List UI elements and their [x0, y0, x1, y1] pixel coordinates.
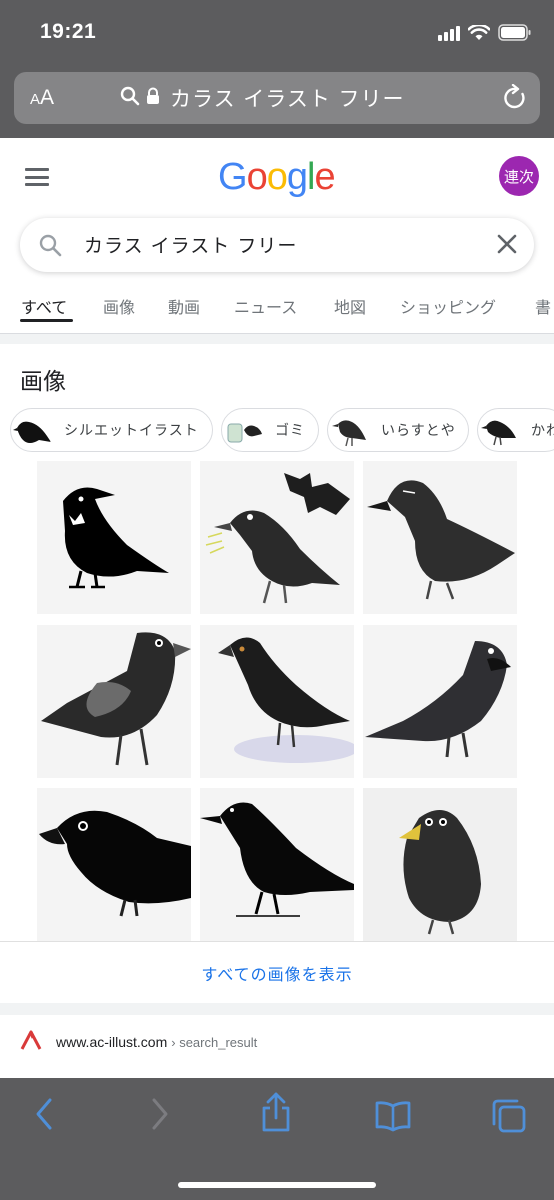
battery-icon [498, 24, 532, 41]
logo-letter: o [246, 156, 268, 198]
text-size-big-label: A [40, 86, 55, 109]
logo-letter: G [218, 156, 248, 198]
logo-letter: g [286, 156, 308, 198]
image-result[interactable] [200, 788, 354, 941]
share-icon[interactable] [259, 1092, 293, 1136]
image-result[interactable] [37, 625, 191, 778]
chip-irasutoya[interactable]: いらすとや [327, 408, 469, 452]
url-text: カラス イラスト フリー [170, 87, 405, 111]
image-result[interactable] [37, 461, 191, 614]
tab-videos[interactable]: 動画 [168, 294, 200, 318]
tabs-icon[interactable] [491, 1098, 527, 1138]
avatar[interactable]: 連次 [499, 156, 539, 196]
chip-label: かわ [531, 423, 554, 439]
section-divider [0, 1003, 554, 1015]
menu-icon[interactable] [25, 168, 49, 186]
image-result[interactable] [37, 788, 191, 941]
home-indicator [178, 1182, 376, 1188]
text-size-button[interactable]: AA [30, 86, 54, 110]
lock-icon [146, 87, 160, 109]
chip-thumbnail [223, 409, 265, 451]
logo-letter: o [266, 156, 288, 198]
address-bar[interactable]: AA カラス イラスト フリー [14, 72, 540, 124]
search-input[interactable]: カラス イラスト フリー [84, 231, 297, 258]
cellular-signal-icon [438, 25, 460, 41]
result-breadcrumb: › search_result [171, 1034, 258, 1050]
tab-images[interactable]: 画像 [103, 294, 135, 318]
tab-shopping[interactable]: ショッピング [400, 294, 496, 318]
image-result[interactable] [200, 461, 354, 614]
browser-top-chrome: 19:21 AA カラス イラスト フリー [0, 0, 554, 138]
google-header: Google 連次 [0, 138, 554, 218]
logo-letter: e [314, 156, 335, 198]
chip-thumbnail [479, 409, 521, 451]
tab-all[interactable]: すべて [21, 294, 67, 318]
wifi-icon [468, 24, 490, 41]
chip-garbage[interactable]: ゴミ [221, 408, 319, 452]
chip-kawaii[interactable]: かわ [477, 408, 554, 452]
search-icon[interactable] [38, 233, 62, 261]
browser-bottom-toolbar [0, 1078, 554, 1200]
image-result[interactable] [363, 788, 517, 941]
url-display[interactable]: カラス イラスト フリー [120, 83, 405, 113]
show-all-images-link[interactable]: すべての画像を表示 [0, 961, 554, 985]
images-section-title: 画像 [20, 369, 66, 395]
ac-illust-favicon-icon [20, 1030, 42, 1054]
image-result[interactable] [200, 625, 354, 778]
result-domain: www.ac-illust.com [56, 1034, 168, 1050]
reload-icon[interactable] [502, 83, 528, 116]
search-result-source[interactable]: www.ac-illust.com › search_result [20, 1030, 257, 1054]
section-divider [0, 334, 554, 344]
chip-silhouette[interactable]: シルエットイラスト [10, 408, 213, 452]
back-arrow-icon[interactable] [32, 1096, 56, 1136]
status-time: 19:21 [40, 20, 97, 43]
forward-arrow-icon[interactable] [148, 1096, 172, 1136]
tab-maps[interactable]: 地図 [334, 294, 366, 318]
search-icon [120, 86, 140, 110]
status-icons [438, 24, 532, 41]
tab-news[interactable]: ニュース [234, 294, 297, 318]
tab-books[interactable]: 書 [535, 294, 551, 318]
chip-label: いらすとや [381, 423, 456, 439]
image-result[interactable] [363, 625, 517, 778]
chip-label: ゴミ [275, 423, 305, 439]
chip-thumbnail [329, 409, 371, 451]
search-tabs: すべて 画像 動画 ニュース 地図 ショッピング 書 [0, 282, 554, 334]
clear-search-icon[interactable] [496, 233, 518, 259]
google-logo[interactable]: Google [218, 156, 336, 199]
bookmarks-icon[interactable] [374, 1100, 412, 1136]
active-tab-indicator [20, 319, 73, 322]
text-size-small-label: A [30, 91, 41, 108]
chip-thumbnail [12, 409, 54, 451]
chip-label: シルエットイラスト [64, 423, 199, 439]
image-result[interactable] [363, 461, 517, 614]
search-box[interactable]: カラス イラスト フリー [20, 218, 534, 272]
show-all-images-row: すべての画像を表示 [0, 941, 554, 1003]
